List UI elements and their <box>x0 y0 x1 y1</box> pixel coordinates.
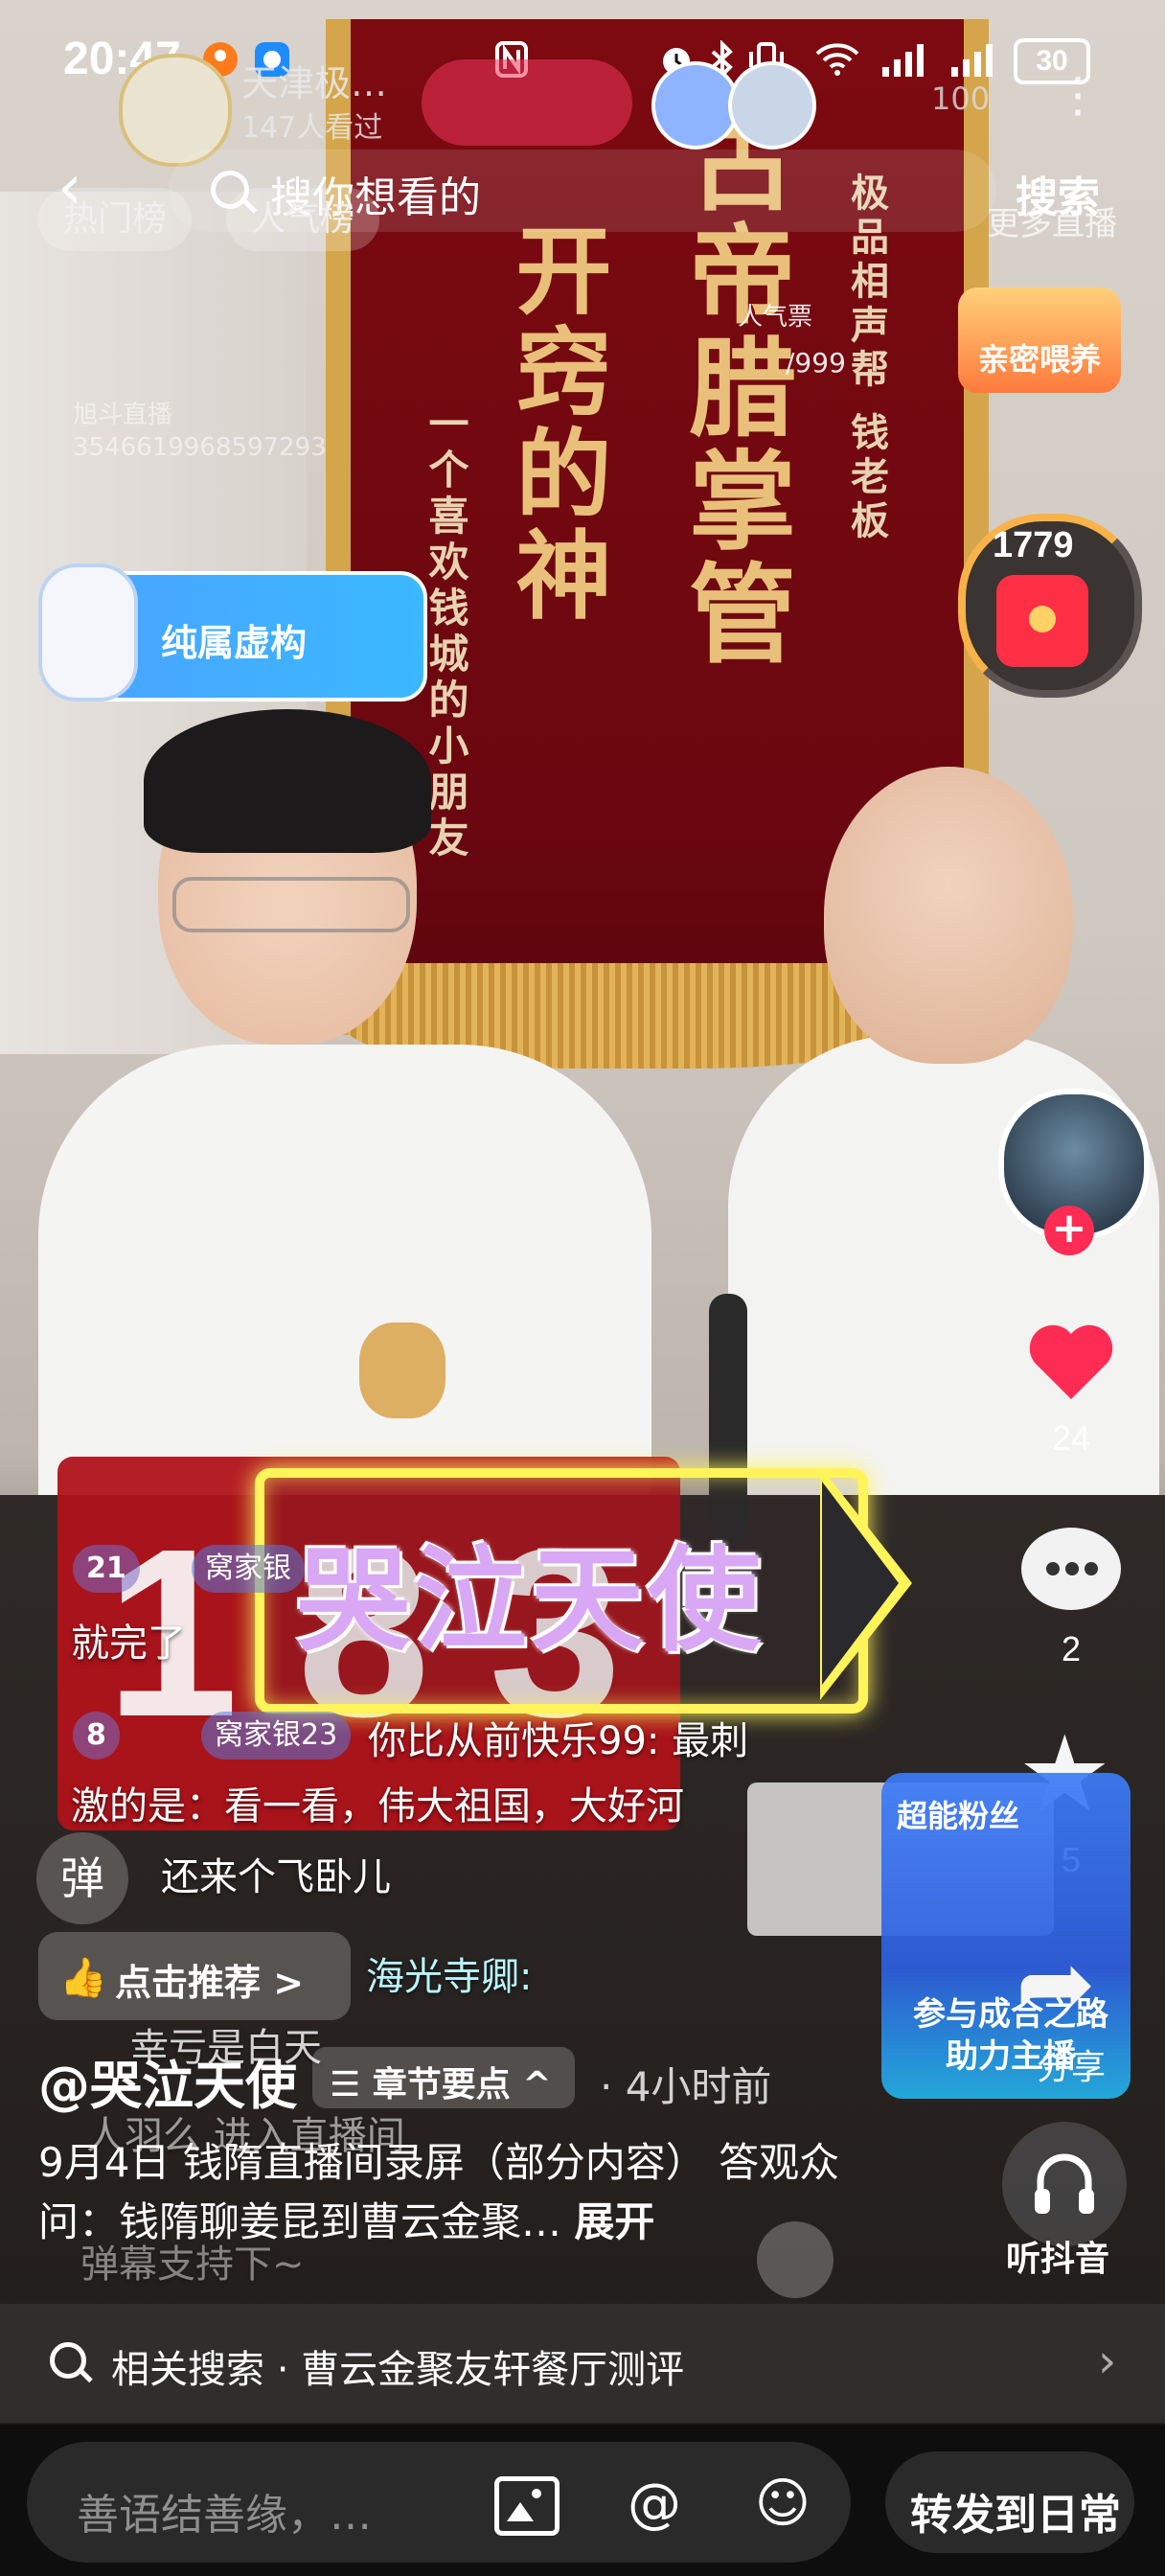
host-right-head <box>824 767 1073 1064</box>
author-handle[interactable]: @哭泣天使 <box>38 2043 297 2119</box>
chat-message: 就完了 <box>71 1622 186 1666</box>
signal-icon <box>947 38 1000 80</box>
name-sticker-arrow-inner <box>822 1482 899 1685</box>
user-level-badge: 21 <box>73 1545 140 1593</box>
emoji-icon[interactable]: ☺ <box>753 2474 812 2534</box>
related-search-label: 相关搜索 · 曹云金聚友轩餐厅测评 <box>111 2348 685 2392</box>
fan-badge: 窝家银23 <box>201 1712 352 1760</box>
viewer-avatars[interactable] <box>648 58 858 153</box>
caption-text: 9月4日 钱隋直播间录屏（部分内容） 答观众问：钱隋聊姜昆到曹云金聚… <box>38 2139 840 2245</box>
post-caption: 9月4日 钱隋直播间录屏（部分内容） 答观众问：钱隋聊姜昆到曹云金聚… 展开 <box>38 2133 881 2252</box>
promo-title: 超能粉丝 <box>897 1798 1020 1834</box>
user-level-badge: 8 <box>73 1712 120 1760</box>
hot-list-chip[interactable]: 热门榜 <box>38 188 193 251</box>
like-heart-icon[interactable] <box>1023 1313 1119 1409</box>
comment-icon[interactable] <box>1021 1528 1121 1610</box>
popularity-ticket-progress: /999 <box>786 347 846 379</box>
chapter-label: ☰ 章节要点 ^ <box>330 2065 552 2104</box>
post-time: · 4小时前 <box>600 2063 772 2110</box>
comment-placeholder: 善语结善缘，… <box>77 2491 372 2540</box>
thumbs-up-icon: 👍 <box>59 1956 107 2000</box>
room-watermark: 旭斗直播 3546619968597293 <box>73 401 327 462</box>
chat-message: 海光寺卿: <box>366 1955 533 1999</box>
live-watch-count: 147人看过 <box>241 111 383 145</box>
chat-message: 还来个飞卧儿 <box>161 1855 391 1899</box>
shirt-print <box>359 1322 445 1418</box>
fan-club-pill[interactable] <box>422 59 632 146</box>
recommend-label: 点击推荐 > <box>115 1962 305 2004</box>
red-envelope-icon <box>996 575 1088 667</box>
chat-message: 激的是：看一看，伟大祖国，大好河 <box>71 1784 684 1828</box>
host-left-hair <box>144 709 431 853</box>
like-count: 24 <box>1051 1418 1091 1458</box>
forward-label: 转发到日常 <box>910 2491 1121 2540</box>
virtual-tag-label: 纯属虚构 <box>161 622 308 664</box>
robot-mascot-icon <box>38 564 138 702</box>
popularity-list-chip[interactable]: 人气榜 <box>226 188 380 251</box>
search-icon <box>50 2342 86 2379</box>
expand-link[interactable]: 展开 <box>574 2198 654 2245</box>
more-options-icon[interactable]: ⋮ <box>1054 67 1102 123</box>
follow-button[interactable]: + <box>1044 1206 1094 1255</box>
pause-icon[interactable] <box>757 2221 834 2298</box>
more-live-link[interactable]: 更多直播 <box>987 197 1117 244</box>
image-icon[interactable] <box>494 2476 560 2536</box>
share-arrow-icon[interactable]: ➦ <box>1016 1936 1096 2032</box>
chat-message: 你比从前快乐99: 最刺 <box>368 1719 749 1763</box>
popularity-ticket-label: 人气票 <box>738 303 813 332</box>
signal-icon <box>878 38 931 80</box>
comment-count: 2 <box>1061 1629 1082 1668</box>
glasses <box>172 877 410 932</box>
listen-button[interactable] <box>1002 2122 1127 2246</box>
live-room-name[interactable]: 天津极… <box>241 54 387 106</box>
listen-label: 听抖音 <box>1006 2240 1110 2279</box>
share-label: 分享 <box>1036 2047 1106 2086</box>
fan-badge: 窝家银 <box>192 1545 305 1593</box>
banner-text-left: 开窍的神 <box>499 220 612 627</box>
intimacy-badge[interactable]: 亲密喂养 <box>958 288 1121 393</box>
viewer-count: 100 <box>931 80 991 117</box>
danmu-toggle-button[interactable]: 弹 <box>36 1832 128 1924</box>
chevron-right-icon: › <box>1098 2334 1117 2388</box>
red-packet-count: 1779 <box>993 525 1074 565</box>
mention-icon[interactable]: @ <box>625 2474 684 2534</box>
name-sticker-text: 哭泣天使 <box>297 1534 765 1667</box>
